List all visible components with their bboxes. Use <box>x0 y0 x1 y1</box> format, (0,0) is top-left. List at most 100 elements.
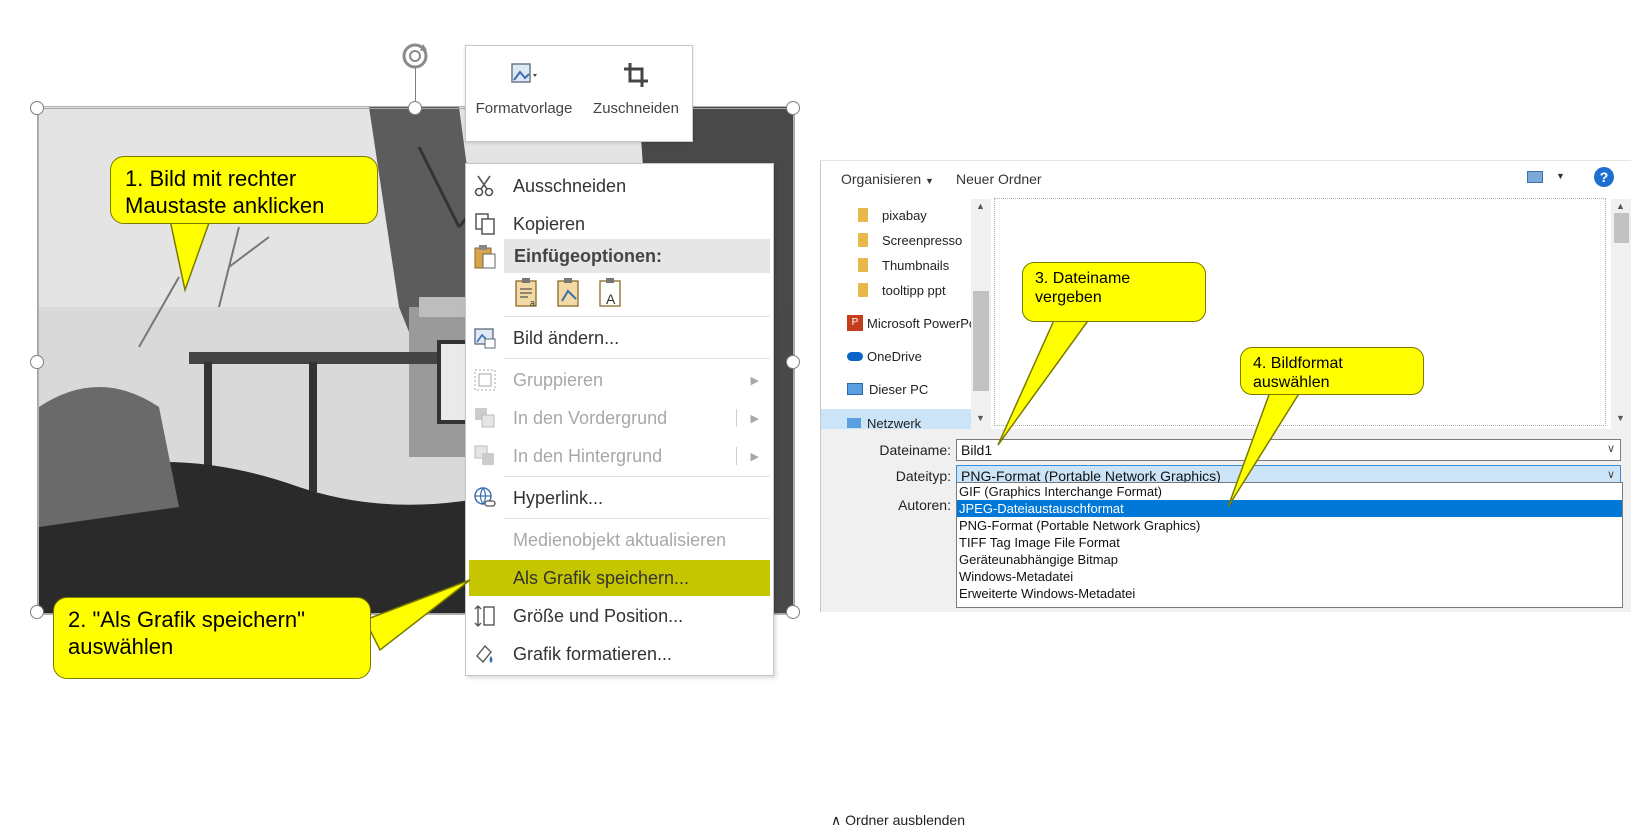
filetype-dropdown-list: GIF (Graphics Interchange Format) JPEG-D… <box>956 482 1623 608</box>
picture-style-icon <box>511 63 537 83</box>
scroll-down-icon: ▼ <box>976 413 985 423</box>
resize-handle-left[interactable] <box>30 355 44 369</box>
nav-item-onedrive[interactable]: OneDrive <box>847 344 922 368</box>
copy-icon <box>475 213 495 235</box>
menu-label: Gruppieren <box>513 369 604 390</box>
menu-item-change-picture[interactable]: Bild ändern... <box>466 320 773 356</box>
organize-button[interactable]: Organisieren ▼ <box>841 171 934 187</box>
menu-item-bring-forward[interactable]: In den Vordergrund ▶ <box>466 400 773 436</box>
menu-item-cut[interactable]: Ausschneiden <box>466 168 773 204</box>
svg-text:A: A <box>606 291 616 307</box>
menu-label: Als Grafik speichern... <box>513 567 690 588</box>
save-dialog: Organisieren ▼ Neuer Ordner ▼ ? pixabay … <box>820 160 1631 828</box>
format-style-button[interactable]: Formatvorlage <box>470 46 578 141</box>
crop-icon <box>624 63 648 87</box>
filetype-option[interactable]: GIF (Graphics Interchange Format) <box>957 483 1622 500</box>
hide-folders-button[interactable]: ∧ Ordner ausblenden <box>831 812 965 829</box>
hyperlink-globe-icon <box>474 487 496 507</box>
callout-step4: 4. Bildformat auswählen <box>1240 347 1424 395</box>
callout-step1: 1. Bild mit rechter Maustaste anklicken <box>110 156 378 224</box>
resize-handle-bottom-left[interactable] <box>30 605 44 619</box>
paste-picture-icon[interactable] <box>555 277 583 309</box>
menu-label: In den Hintergrund <box>513 445 663 466</box>
navigation-pane: pixabay Screenpresso Thumbnails tooltipp… <box>821 199 971 429</box>
paste-text-only-icon[interactable]: A <box>597 277 625 309</box>
filetype-option[interactable]: TIFF Tag Image File Format <box>957 534 1622 551</box>
nav-item-dieser-pc[interactable]: Dieser PC <box>847 377 928 401</box>
menu-label: Grafik formatieren... <box>513 643 673 664</box>
powerpoint-icon: P <box>847 315 863 331</box>
menu-label: Bild ändern... <box>513 327 620 348</box>
menu-item-send-backward[interactable]: In den Hintergrund ▶ <box>466 438 773 474</box>
filetype-option[interactable]: PNG-Format (Portable Network Graphics) <box>957 517 1622 534</box>
new-folder-button[interactable]: Neuer Ordner <box>956 171 1042 187</box>
nav-item-screenpresso[interactable]: Screenpresso <box>858 228 962 252</box>
view-dropdown-arrow-icon[interactable]: ▼ <box>1556 171 1565 181</box>
file-scroll-thumb[interactable] <box>1614 213 1629 243</box>
menu-label: Kopieren <box>513 213 586 234</box>
menu-item-format-picture[interactable]: Grafik formatieren... <box>466 636 773 672</box>
bring-forward-icon <box>475 408 495 428</box>
filename-label: Dateiname: <box>879 442 951 458</box>
callout-step2: 2. "Als Grafik speichern" auswählen <box>53 597 371 679</box>
svg-text:a: a <box>530 298 535 308</box>
menu-item-group[interactable]: Gruppieren ▶ <box>466 362 773 398</box>
authors-label: Autoren: <box>898 497 951 513</box>
menu-label: Größe und Position... <box>513 605 684 626</box>
paste-options-header: Einfügeoptionen: <box>504 239 770 273</box>
submenu-arrow-icon: ▶ <box>750 412 759 425</box>
cloud-icon <box>847 351 863 361</box>
resize-handle-top-left[interactable] <box>30 101 44 115</box>
chevron-down-icon: ∨ <box>1606 469 1615 481</box>
nav-item-netzwerk[interactable]: Netzwerk <box>847 411 921 429</box>
scroll-up-icon: ▲ <box>1616 201 1625 211</box>
filetype-option[interactable]: Erweiterte Windows-Metadatei <box>957 585 1622 602</box>
callout-step3: 3. Dateiname vergeben <box>1022 262 1206 322</box>
computer-icon <box>847 383 863 395</box>
resize-handle-top-right[interactable] <box>786 101 800 115</box>
folder-icon <box>858 283 868 297</box>
context-menu: Ausschneiden Kopieren Einfügeoptionen: a… <box>465 163 774 676</box>
menu-item-size-position[interactable]: Größe und Position... <box>466 598 773 634</box>
crop-label: Zuschneiden <box>593 100 679 117</box>
folder-icon <box>858 258 868 272</box>
menu-item-save-as-picture[interactable]: Als Grafik speichern... <box>469 560 770 596</box>
view-options-icon[interactable] <box>1527 171 1543 183</box>
menu-item-update-media[interactable]: Medienobjekt aktualisieren <box>466 522 773 558</box>
paste-keep-format-icon[interactable]: a <box>513 277 541 309</box>
filetype-option-selected[interactable]: JPEG-Dateiaustauschformat <box>957 500 1622 517</box>
resize-handle-bottom-right[interactable] <box>786 605 800 619</box>
menu-item-hyperlink[interactable]: Hyperlink... <box>466 480 773 516</box>
nav-scroll-thumb[interactable] <box>973 291 989 391</box>
submenu-arrow-icon: ▶ <box>750 450 759 463</box>
mini-toolbar: Formatvorlage Zuschneiden <box>465 45 693 142</box>
change-picture-icon <box>474 328 496 349</box>
chevron-up-icon: ∧ <box>831 812 842 828</box>
menu-label: Hyperlink... <box>513 487 604 508</box>
folder-icon <box>858 233 868 247</box>
crop-button[interactable]: Zuschneiden <box>586 46 686 141</box>
help-icon[interactable]: ? <box>1594 167 1614 187</box>
menu-item-copy[interactable]: Kopieren <box>466 206 773 242</box>
nav-item-tooltipp-ppt[interactable]: tooltipp ppt <box>858 278 946 302</box>
resize-handle-right[interactable] <box>786 355 800 369</box>
filetype-label: Dateityp: <box>895 468 951 484</box>
filetype-option[interactable]: Windows-Metadatei <box>957 568 1622 585</box>
filename-field[interactable]: Bild1 ∨ <box>956 439 1621 461</box>
nav-item-thumbnails[interactable]: Thumbnails <box>858 253 949 277</box>
dropdown-arrow-icon: ▼ <box>925 176 934 186</box>
network-icon <box>847 418 861 428</box>
chevron-down-icon: ∨ <box>1606 443 1615 455</box>
menu-label: Ausschneiden <box>513 175 627 196</box>
rotate-icon[interactable] <box>399 40 431 77</box>
format-picture-icon <box>476 644 493 664</box>
menu-label: Medienobjekt aktualisieren <box>513 529 727 550</box>
dialog-toolbar: Organisieren ▼ Neuer Ordner ▼ ? <box>821 161 1631 199</box>
nav-item-pixabay[interactable]: pixabay <box>858 203 927 227</box>
paste-icon <box>474 245 496 269</box>
format-style-label: Formatvorlage <box>475 100 573 117</box>
resize-handle-top[interactable] <box>408 101 422 115</box>
menu-label: In den Vordergrund <box>513 407 668 428</box>
filetype-option[interactable]: Geräteunabhängige Bitmap <box>957 551 1622 568</box>
nav-item-powerpoint[interactable]: P Microsoft PowerPo <box>847 311 971 335</box>
